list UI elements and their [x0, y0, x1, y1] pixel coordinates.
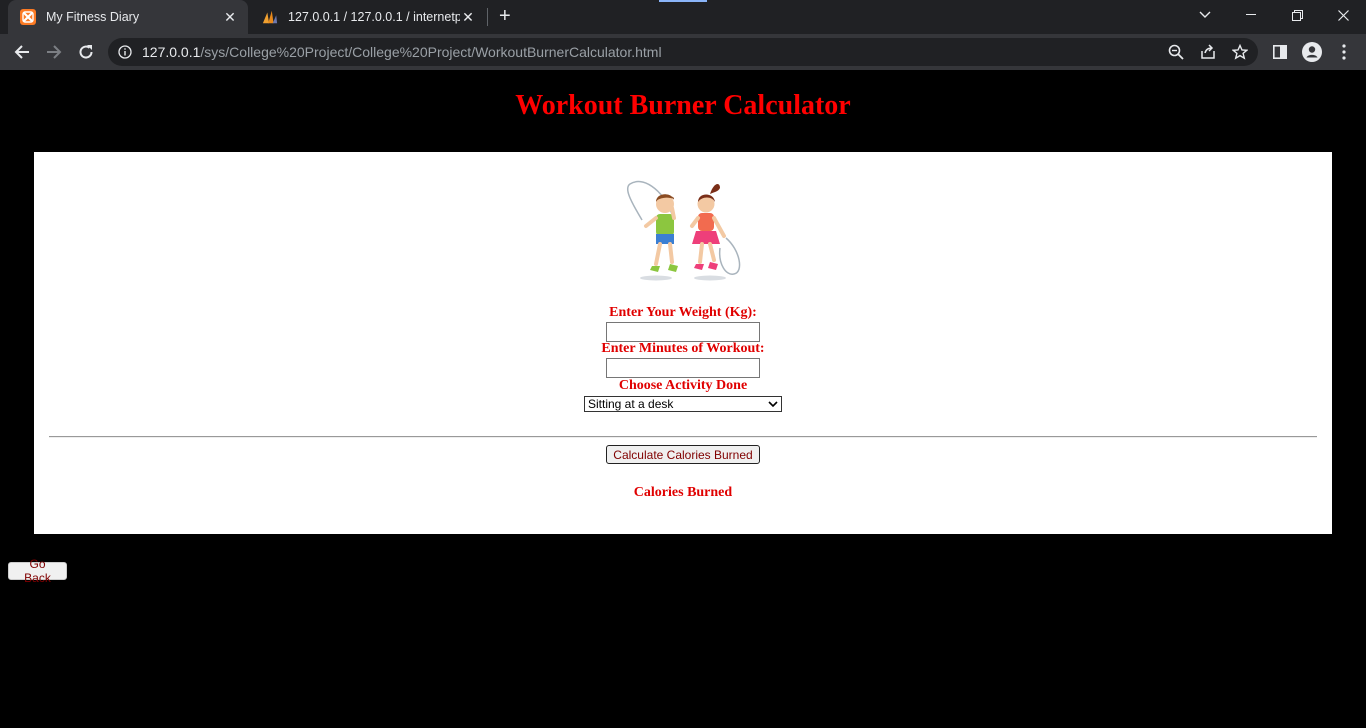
weight-label: Enter Your Weight (Kg): — [609, 305, 757, 320]
activity-select[interactable]: Sitting at a desk — [584, 396, 782, 412]
jump-rope-kids-illustration — [626, 180, 741, 281]
page-content: Workout Burner Calculator Enter Your Wei… — [0, 70, 1366, 728]
tab-strip: My Fitness Diary ✕ 127.0.0.1 / 127.0.0.1… — [0, 0, 1366, 34]
sidepanel-icon[interactable] — [1268, 40, 1292, 64]
activity-selected-value: Sitting at a desk — [588, 397, 674, 411]
url-host: 127.0.0.1 — [142, 44, 201, 60]
close-tab-icon[interactable]: ✕ — [460, 9, 476, 26]
tab-title: My Fitness Diary — [46, 10, 140, 24]
zoom-icon[interactable] — [1164, 40, 1188, 64]
forward-arrow-icon[interactable] — [42, 40, 66, 64]
url-text: 127.0.0.1/sys/College%20Project/College%… — [142, 44, 662, 60]
chevron-down-icon — [768, 401, 778, 408]
reload-icon[interactable] — [74, 40, 98, 64]
menu-icon[interactable] — [1332, 40, 1356, 64]
weight-input[interactable] — [606, 322, 760, 342]
new-tab-button[interactable]: + — [499, 6, 511, 26]
info-icon[interactable] — [118, 45, 132, 59]
calories-result: Calories Burned — [633, 485, 733, 500]
star-icon[interactable] — [1228, 40, 1252, 64]
close-window-icon[interactable] — [1320, 0, 1366, 30]
tab-title: 127.0.0.1 / 127.0.0.1 / internetprog — [288, 10, 460, 24]
url-path: /sys/College%20Project/College%20Project… — [200, 44, 662, 60]
divider — [49, 436, 1317, 438]
tab-strip-accent — [659, 0, 707, 2]
phpmyadmin-icon — [262, 9, 278, 25]
back-arrow-icon[interactable] — [10, 40, 34, 64]
page-title: Workout Burner Calculator — [515, 90, 851, 121]
share-icon[interactable] — [1196, 40, 1220, 64]
tab-search-icon[interactable] — [1182, 0, 1228, 30]
minutes-label: Enter Minutes of Workout: — [601, 341, 765, 356]
close-tab-icon[interactable]: ✕ — [222, 9, 238, 26]
minutes-input[interactable] — [606, 358, 760, 378]
tab-separator — [487, 8, 488, 26]
browser-toolbar: 127.0.0.1/sys/College%20Project/College%… — [0, 34, 1366, 70]
calculate-button[interactable]: Calculate Calories Burned — [606, 445, 760, 464]
address-bar[interactable]: 127.0.0.1/sys/College%20Project/College%… — [108, 38, 1258, 66]
profile-icon[interactable] — [1300, 40, 1324, 64]
minimize-icon[interactable] — [1228, 0, 1274, 30]
go-back-button[interactable]: Go Back — [8, 557, 67, 585]
calculator-card: Enter Your Weight (Kg): Enter Minutes of… — [34, 152, 1332, 534]
tab-phpmyadmin[interactable]: 127.0.0.1 / 127.0.0.1 / internetprog ✕ — [250, 0, 486, 34]
tab-my-fitness-diary[interactable]: My Fitness Diary ✕ — [8, 0, 248, 34]
xampp-icon — [20, 9, 36, 25]
activity-label: Choose Activity Done — [618, 378, 748, 393]
restore-icon[interactable] — [1274, 0, 1320, 30]
